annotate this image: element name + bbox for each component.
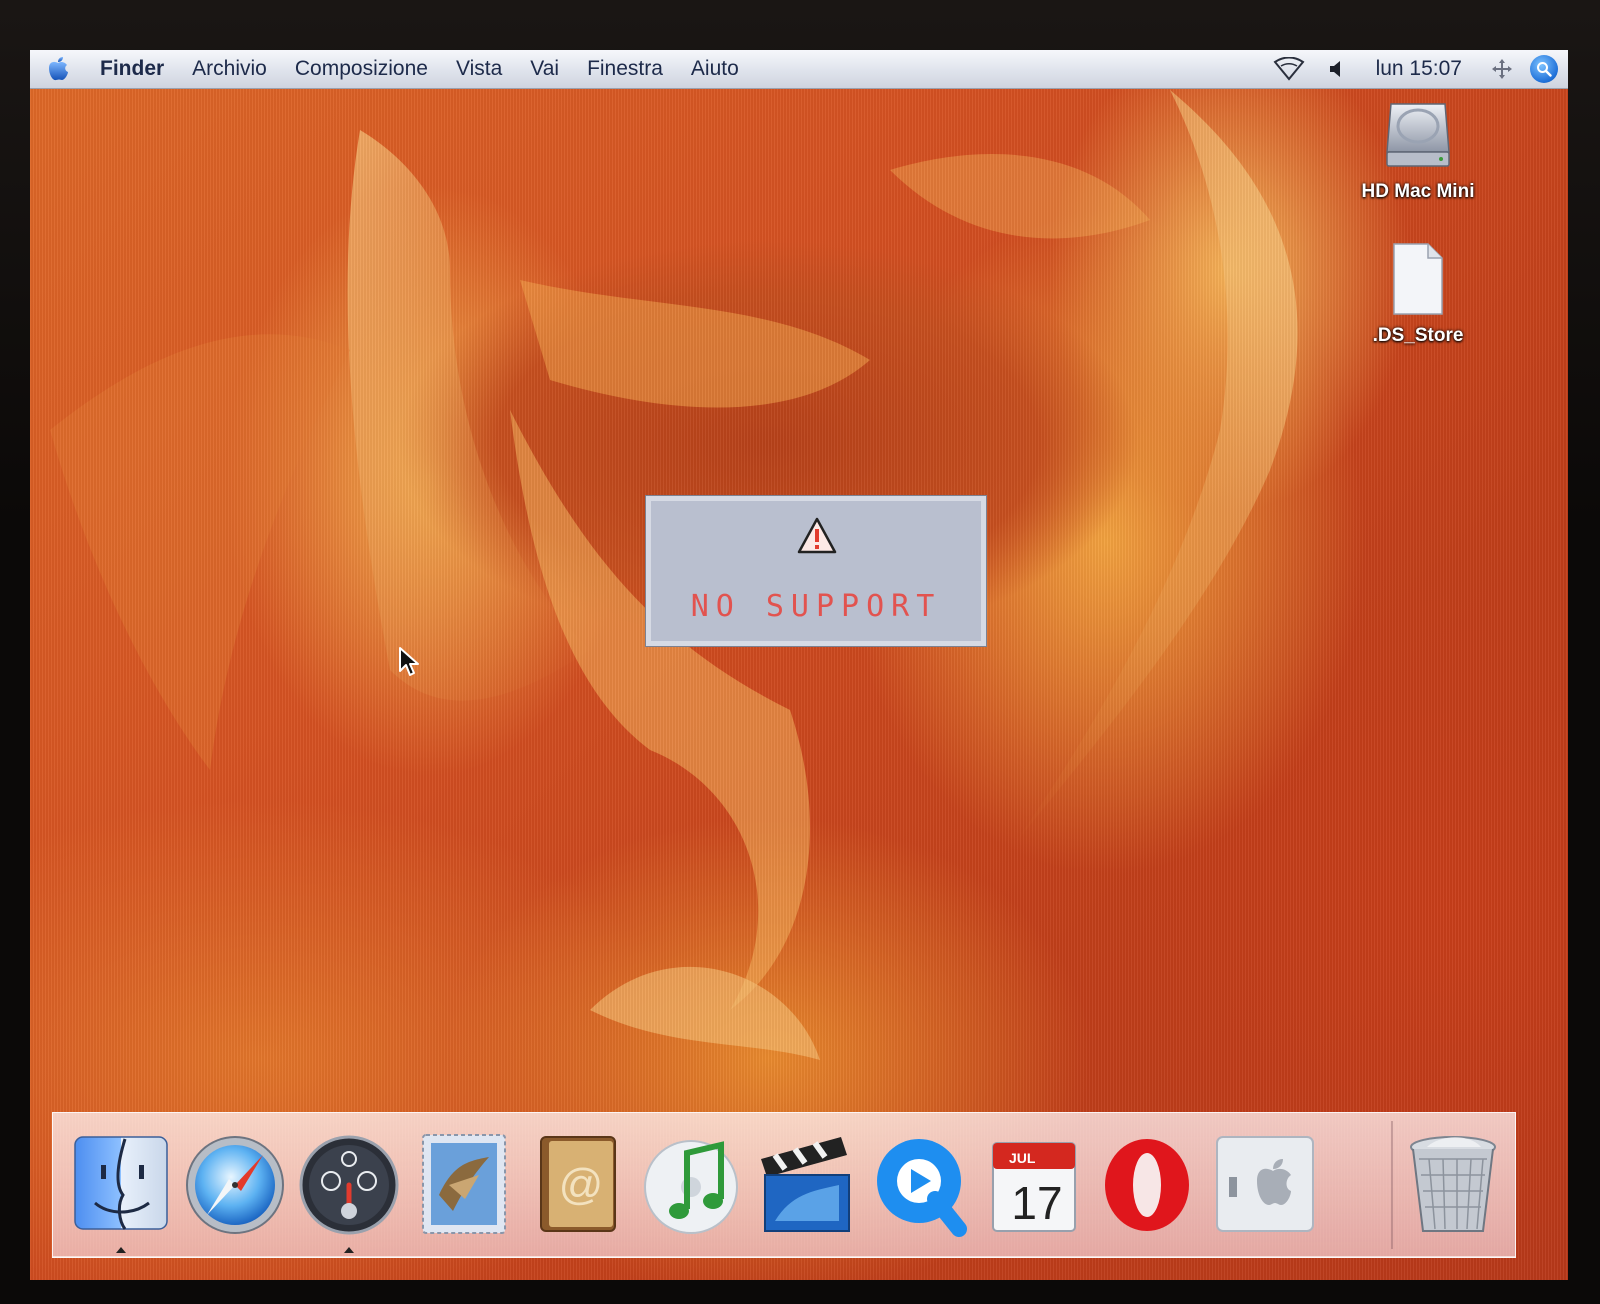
svg-text:@: @ (559, 1160, 604, 1209)
dock-item-dashboard[interactable] (295, 1125, 403, 1253)
mail-stamp-icon (422, 1134, 506, 1234)
menu-vai[interactable]: Vai (516, 50, 573, 88)
running-indicator (116, 1247, 126, 1253)
desktop-icon-ds-store[interactable]: .DS_Store (1348, 242, 1488, 347)
trash-icon (1410, 1136, 1496, 1232)
dock-item-ical[interactable]: JUL 17 (979, 1125, 1087, 1241)
desktop-icon-label: HD Mac Mini (1361, 181, 1475, 202)
itunes-icon (644, 1140, 738, 1234)
menu-aiuto[interactable]: Aiuto (677, 50, 753, 88)
apple-switch-icon (1216, 1136, 1314, 1232)
apple-logo-icon (49, 57, 68, 81)
running-indicator (344, 1247, 354, 1253)
quicktime-icon (877, 1139, 967, 1237)
menu-finestra[interactable]: Finestra (573, 50, 677, 88)
menu-composizione[interactable]: Composizione (281, 50, 442, 88)
spaces-menu[interactable] (1480, 50, 1524, 88)
menu-archivio[interactable]: Archivio (178, 50, 281, 88)
menu-finder[interactable]: Finder (86, 50, 178, 88)
search-icon (1537, 62, 1552, 77)
dock-item-quicktime[interactable] (865, 1125, 973, 1241)
document-icon (1393, 243, 1443, 315)
dock-item-system-preferences[interactable] (1207, 1125, 1315, 1241)
calendar-month: JUL (1009, 1150, 1036, 1166)
dock-item-mail[interactable] (409, 1125, 517, 1241)
screen: Finder Archivio Composizione Vista Vai F… (30, 50, 1568, 1280)
dock-item-finder[interactable] (67, 1125, 175, 1253)
dock-item-imovie[interactable] (751, 1125, 859, 1241)
clock[interactable]: lun 15:07 (1358, 57, 1480, 81)
safari-compass-icon (186, 1136, 284, 1234)
move-arrows-icon (1492, 59, 1512, 79)
desktop-wallpaper (30, 50, 1568, 1280)
mouse-pointer-icon (399, 647, 419, 676)
dock: @ JUL 17 (52, 1112, 1516, 1258)
dock-item-address-book[interactable]: @ (523, 1125, 631, 1241)
wifi-menu[interactable] (1262, 50, 1316, 88)
apple-menu[interactable] (30, 50, 86, 88)
ical-calendar-icon: JUL 17 (992, 1142, 1076, 1232)
calendar-day: 17 (1011, 1177, 1062, 1229)
menu-bar: Finder Archivio Composizione Vista Vai F… (30, 50, 1568, 89)
dock-item-trash[interactable] (1399, 1125, 1507, 1241)
rose-petals (50, 90, 1298, 1060)
dock-item-safari[interactable] (181, 1125, 289, 1241)
no-support-dialog: NO SUPPORT (646, 496, 986, 646)
menu-extras: lun 15:07 (1262, 50, 1568, 88)
spotlight-button[interactable] (1530, 55, 1558, 83)
dock-item-itunes[interactable] (637, 1125, 745, 1241)
warning-icon (797, 517, 837, 554)
volume-icon (1329, 61, 1340, 77)
menu-vista[interactable]: Vista (442, 50, 516, 88)
desktop-icon-hd[interactable]: HD Mac Mini (1348, 98, 1488, 203)
dock-separator (1391, 1121, 1393, 1249)
wifi-icon (1273, 57, 1305, 81)
opera-icon (1105, 1139, 1189, 1231)
no-support-message: NO SUPPORT (690, 589, 942, 624)
imovie-clapboard-icon (761, 1137, 850, 1232)
volume-menu[interactable] (1316, 50, 1358, 88)
hard-drive-icon (1386, 103, 1450, 167)
dashboard-icon (299, 1135, 399, 1235)
finder-icon (74, 1136, 168, 1230)
desktop-icon-label: .DS_Store (1372, 325, 1464, 346)
address-book-icon: @ (540, 1136, 616, 1232)
dock-item-opera[interactable] (1093, 1125, 1201, 1241)
